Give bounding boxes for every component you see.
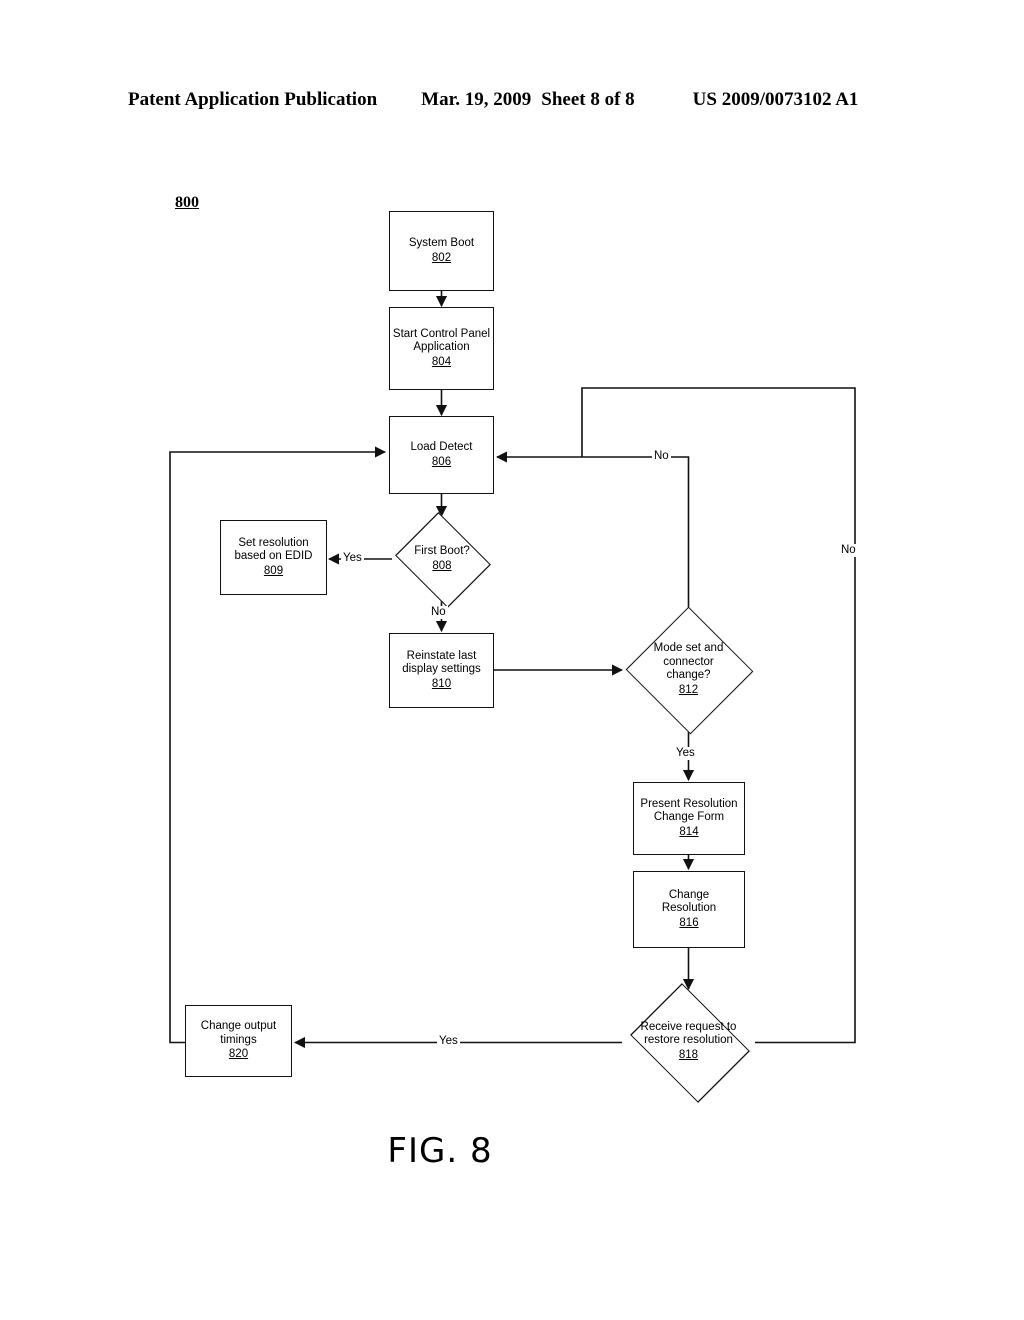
node-818-number: 818 — [678, 1048, 699, 1061]
node-814-text: Present Resolution Change Form — [640, 797, 738, 824]
node-810-text: Reinstate last display settings — [402, 649, 481, 676]
node-809-number: 809 — [263, 564, 284, 577]
node-808-number: 808 — [432, 559, 452, 572]
node-receive-request-restore-resolution-decision: Receive request to restore resolution 81… — [622, 982, 755, 1103]
header-publication-label: Patent Application Publication — [128, 89, 378, 110]
node-816-number: 816 — [679, 916, 699, 929]
node-814-number: 814 — [679, 825, 699, 838]
node-812-number: 812 — [678, 683, 699, 696]
node-first-boot-decision: First Boot? 808 — [392, 512, 492, 608]
node-802-text: System Boot — [408, 237, 475, 249]
edge-label-no-first-boot: No — [429, 606, 448, 619]
edge-label-yes-mode-set: Yes — [674, 747, 697, 760]
node-820-text: Change output timings — [200, 1020, 277, 1046]
figure-caption: FIG. 8 — [387, 1131, 493, 1171]
node-present-resolution-change-form: Present Resolution Change Form 814 — [633, 782, 745, 855]
node-system-boot: System Boot 802 — [389, 211, 494, 291]
patent-drawing-page: Patent Application Publication Mar. 19, … — [0, 0, 1024, 1320]
node-806-number: 806 — [431, 455, 452, 468]
edge-label-yes-restore-resolution: Yes — [437, 1035, 460, 1048]
node-818-label: Receive request to restore resolution 81… — [641, 1021, 737, 1063]
edge-label-no-restore-resolution: No — [839, 544, 858, 557]
node-change-resolution: Change Resolution 816 — [633, 871, 745, 948]
node-818-text: Receive request to restore resolution — [640, 1020, 737, 1047]
node-804-number: 804 — [431, 355, 452, 368]
node-806-text: Load Detect — [410, 441, 473, 453]
edge-812-to-806 — [495, 451, 690, 608]
edge-label-no-mode-set: No — [652, 450, 671, 463]
node-820-number: 820 — [228, 1048, 249, 1061]
node-804-text: Start Control Panel Application — [392, 327, 491, 354]
node-802-number: 802 — [431, 251, 452, 264]
flowchart-connectors — [169, 291, 856, 1049]
node-808-label: First Boot? 808 — [414, 545, 470, 573]
diagram-reference-numeral: 800 — [175, 194, 199, 211]
node-reinstate-last-display-settings: Reinstate last display settings 810 — [389, 633, 494, 708]
edge-label-yes-first-boot: Yes — [341, 552, 364, 565]
node-set-resolution-based-on-edid: Set resolution based on EDID 809 — [220, 520, 327, 595]
header-patent-number: US 2009/0073102 A1 — [692, 89, 859, 110]
header-sheet-label: Sheet 8 of 8 — [541, 89, 635, 110]
node-809-text: Set resolution based on EDID — [234, 536, 313, 563]
node-812-label: Mode set and connector change? 812 — [654, 642, 724, 697]
node-change-output-timings: Change output timings 820 — [185, 1005, 292, 1077]
node-812-text: Mode set and connector change? — [653, 642, 724, 681]
node-start-control-panel-application: Start Control Panel Application 804 — [389, 307, 494, 390]
header-date-label: Mar. 19, 2009 — [421, 89, 532, 110]
node-808-text: First Boot? — [414, 545, 470, 557]
node-810-number: 810 — [431, 677, 452, 690]
patent-running-header: Patent Application Publication Mar. 19, … — [128, 86, 896, 114]
node-mode-set-connector-change-decision: Mode set and connector change? 812 — [625, 606, 754, 735]
node-816-text: Change Resolution — [661, 888, 717, 915]
node-load-detect: Load Detect 806 — [389, 416, 494, 494]
